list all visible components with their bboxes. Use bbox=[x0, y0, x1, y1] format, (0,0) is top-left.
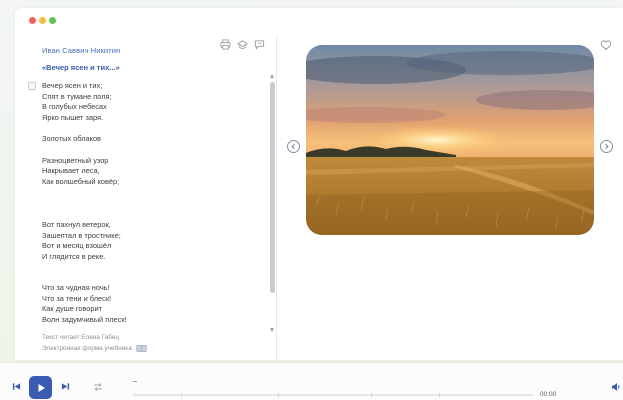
prev-image-button[interactable] bbox=[287, 140, 300, 153]
titlebar bbox=[15, 8, 623, 36]
graduation-cap-icon[interactable] bbox=[237, 39, 248, 50]
progress-tick bbox=[439, 393, 440, 397]
chevron-left-icon bbox=[291, 143, 295, 150]
book-icon bbox=[136, 345, 147, 352]
scroll-up-icon[interactable] bbox=[270, 74, 274, 78]
poem-line: И глядится в реке. bbox=[42, 251, 106, 261]
stanza: Что за чудная ночь! Что за тени и блеск!… bbox=[42, 283, 262, 325]
poem-line: Волн задумчивый плеск! bbox=[42, 314, 127, 324]
poem-line: Спят в тумане поля; bbox=[42, 91, 112, 101]
audio-player: 00:00 bbox=[0, 362, 623, 400]
skip-forward-icon bbox=[61, 383, 70, 390]
play-icon bbox=[38, 383, 45, 392]
app-window: Иван Саввич Никитин «Вечер ясен и тих...… bbox=[15, 8, 623, 360]
comment-icon[interactable] bbox=[254, 39, 265, 50]
poem-line: Вот и месяц взошёл bbox=[42, 241, 112, 250]
poem-line: Накрывает леса, bbox=[42, 166, 100, 175]
poem-line: Золотых облаков bbox=[42, 134, 101, 143]
poem-line: Зашептал в тростнике; bbox=[42, 230, 121, 240]
poem-line: Ярко пышет заря. bbox=[42, 112, 104, 122]
wheat-field-sunset-photo bbox=[306, 45, 594, 235]
select-checkbox[interactable] bbox=[28, 82, 36, 90]
repeat-icon bbox=[94, 383, 102, 391]
volume-button[interactable] bbox=[611, 382, 621, 392]
print-icon[interactable] bbox=[220, 39, 231, 50]
poem-line: Вот пахнул ветерок, bbox=[42, 220, 111, 229]
track-marker bbox=[133, 381, 137, 382]
heart-icon[interactable] bbox=[600, 39, 612, 51]
scroll-thumb[interactable] bbox=[270, 82, 275, 293]
stanza: Вечер ясен и тих; Спят в тумане поля; В … bbox=[42, 81, 262, 123]
scroll-down-icon[interactable] bbox=[270, 328, 274, 332]
maximize-window-dot[interactable] bbox=[49, 17, 56, 24]
ebook-link-label: Электронная форма учебника bbox=[42, 345, 132, 352]
close-window-dot[interactable] bbox=[29, 17, 36, 24]
progress-tick bbox=[181, 393, 182, 397]
poem-line: Разноцветный узор bbox=[42, 155, 109, 165]
ebook-link[interactable]: Электронная форма учебника bbox=[42, 345, 147, 352]
text-tools bbox=[220, 39, 265, 50]
poem-line: Что за чудная ночь! bbox=[42, 283, 110, 292]
author-name: Иван Саввич Никитин bbox=[42, 46, 121, 55]
text-scrollbar[interactable] bbox=[270, 74, 275, 332]
play-button[interactable] bbox=[29, 376, 52, 399]
next-image-button[interactable] bbox=[600, 140, 613, 153]
previous-track-button[interactable] bbox=[12, 382, 21, 391]
stanza: Разноцветный узор Накрывает леса, Как во… bbox=[42, 156, 262, 188]
time-display: 00:00 bbox=[540, 391, 557, 398]
media-panel bbox=[278, 36, 623, 360]
poem-line: Как душе говорит bbox=[42, 304, 103, 313]
progress-tick bbox=[278, 393, 279, 397]
progress-bar[interactable] bbox=[133, 393, 533, 397]
text-panel: Иван Саввич Никитин «Вечер ясен и тих...… bbox=[15, 36, 277, 360]
repeat-button[interactable] bbox=[93, 382, 103, 392]
progress-tick bbox=[371, 393, 372, 397]
poem-text: Вечер ясен и тих; Спят в тумане поля; В … bbox=[42, 81, 262, 336]
stanza: Вот пахнул ветерок, Зашептал в тростнике… bbox=[42, 220, 262, 262]
reader-credit: Текст читает Елена Габец bbox=[42, 334, 120, 341]
skip-back-icon bbox=[12, 383, 21, 390]
poem-line: Что за тени и блеск! bbox=[42, 293, 112, 303]
next-track-button[interactable] bbox=[61, 382, 70, 391]
chevron-right-icon bbox=[605, 143, 609, 150]
poem-line: В голубых небесах bbox=[42, 102, 107, 111]
poem-line: Вечер ясен и тих; bbox=[42, 81, 103, 90]
minimize-window-dot[interactable] bbox=[39, 17, 46, 24]
poem-line: Как волшебный ковёр; bbox=[42, 176, 120, 186]
speaker-icon bbox=[612, 383, 620, 391]
poem-title: «Вечер ясен и тих...» bbox=[42, 63, 120, 72]
stanza: Золотых облаков bbox=[42, 134, 262, 145]
